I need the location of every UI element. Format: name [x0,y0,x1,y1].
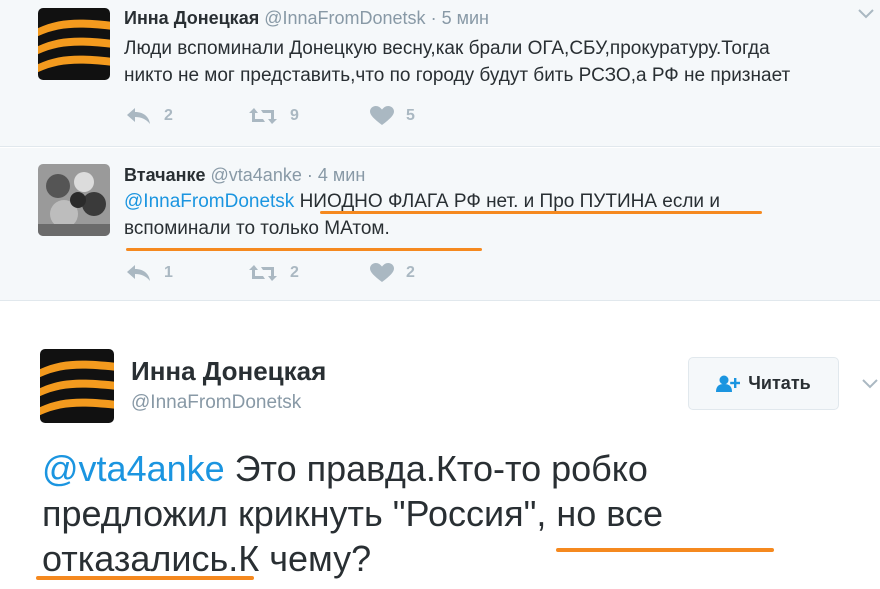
chevron-down-icon[interactable] [862,376,878,392]
author-name[interactable]: Инна Донецкая [131,356,326,387]
tweet-text-rest: НИОДНО ФЛАГА РФ нет. и Про ПУТИНА если и [294,191,720,212]
like-count: 2 [406,264,415,281]
tweet-1-text: Люди вспоминали Донецкую весну,как брали… [124,35,790,89]
like-button[interactable]: 5 [370,106,492,126]
author-handle[interactable]: @vta4anke [211,165,302,185]
tweet-text-line: @vta4anke Это правда.Кто-то робко [42,446,663,491]
highlight-underline [36,576,254,580]
retweet-count: 9 [290,107,299,124]
heart-icon [370,263,394,282]
reply-icon [127,265,150,281]
retweet-icon [249,108,277,124]
reply-button[interactable]: 1 [126,264,248,282]
retweet-button[interactable]: 9 [248,107,370,125]
follow-label: Читать [748,373,811,393]
avatar[interactable] [38,8,110,80]
tweet-2-header: Втачанке @vta4anke · 4 мин [124,165,365,186]
reply-button[interactable]: 2 [126,107,248,125]
like-count: 5 [406,107,415,124]
reply-count: 2 [164,107,173,124]
retweet-count: 2 [290,264,299,281]
st-george-ribbon-icon [40,349,114,423]
separator: · [430,8,437,28]
author-handle[interactable]: @InnaFromDonetsk [264,8,425,28]
chevron-down-icon[interactable] [858,6,874,22]
tweet-1-header: Инна Донецкая @InnaFromDonetsk · 5 мин [124,8,489,29]
follow-button[interactable]: Читать [688,357,839,410]
st-george-ribbon-icon [38,8,110,80]
author-name[interactable]: Втачанке [124,165,206,185]
like-button[interactable]: 2 [370,263,492,283]
highlight-underline [320,211,762,214]
timestamp[interactable]: 4 мин [318,165,365,185]
photo-avatar-icon [38,164,110,236]
tweet-text-line: вспоминали то только МАтом. [124,218,390,239]
tweet-2-actions: 1 2 2 [126,262,492,284]
reply-count: 1 [164,264,173,281]
author-handle[interactable]: @InnaFromDonetsk [131,392,301,414]
heart-icon [370,106,394,125]
tweet-text-line: Люди вспоминали Донецкую весну,как брали… [124,38,770,59]
add-user-icon [716,375,741,392]
main-tweet-text: @vta4anke Это правда.Кто-то робко предло… [42,446,663,581]
tweet-text-line: никто не мог представить,что по городу б… [124,65,791,86]
reply-icon [127,108,150,124]
tweet-text-line: отказались.К чему? [42,538,372,579]
retweet-icon [249,265,277,281]
separator: · [306,165,313,185]
highlight-underline [556,548,774,552]
avatar[interactable] [40,349,114,423]
highlight-underline [126,248,482,251]
retweet-button[interactable]: 2 [248,264,370,282]
tweet-2-text: @InnaFromDonetsk НИОДНО ФЛАГА РФ нет. и … [124,188,720,242]
tweet-text-rest: Это правда.Кто-то робко [224,448,648,489]
timestamp[interactable]: 5 мин [442,8,489,28]
mention-link[interactable]: @vta4anke [42,448,225,489]
mention-link[interactable]: @InnaFromDonetsk [124,191,294,212]
tweet-text-line: предложил крикнуть "Россия", но все [42,493,663,534]
author-name[interactable]: Инна Донецкая [124,8,259,28]
avatar[interactable] [38,164,110,236]
tweet-1-actions: 2 9 5 [126,105,492,127]
